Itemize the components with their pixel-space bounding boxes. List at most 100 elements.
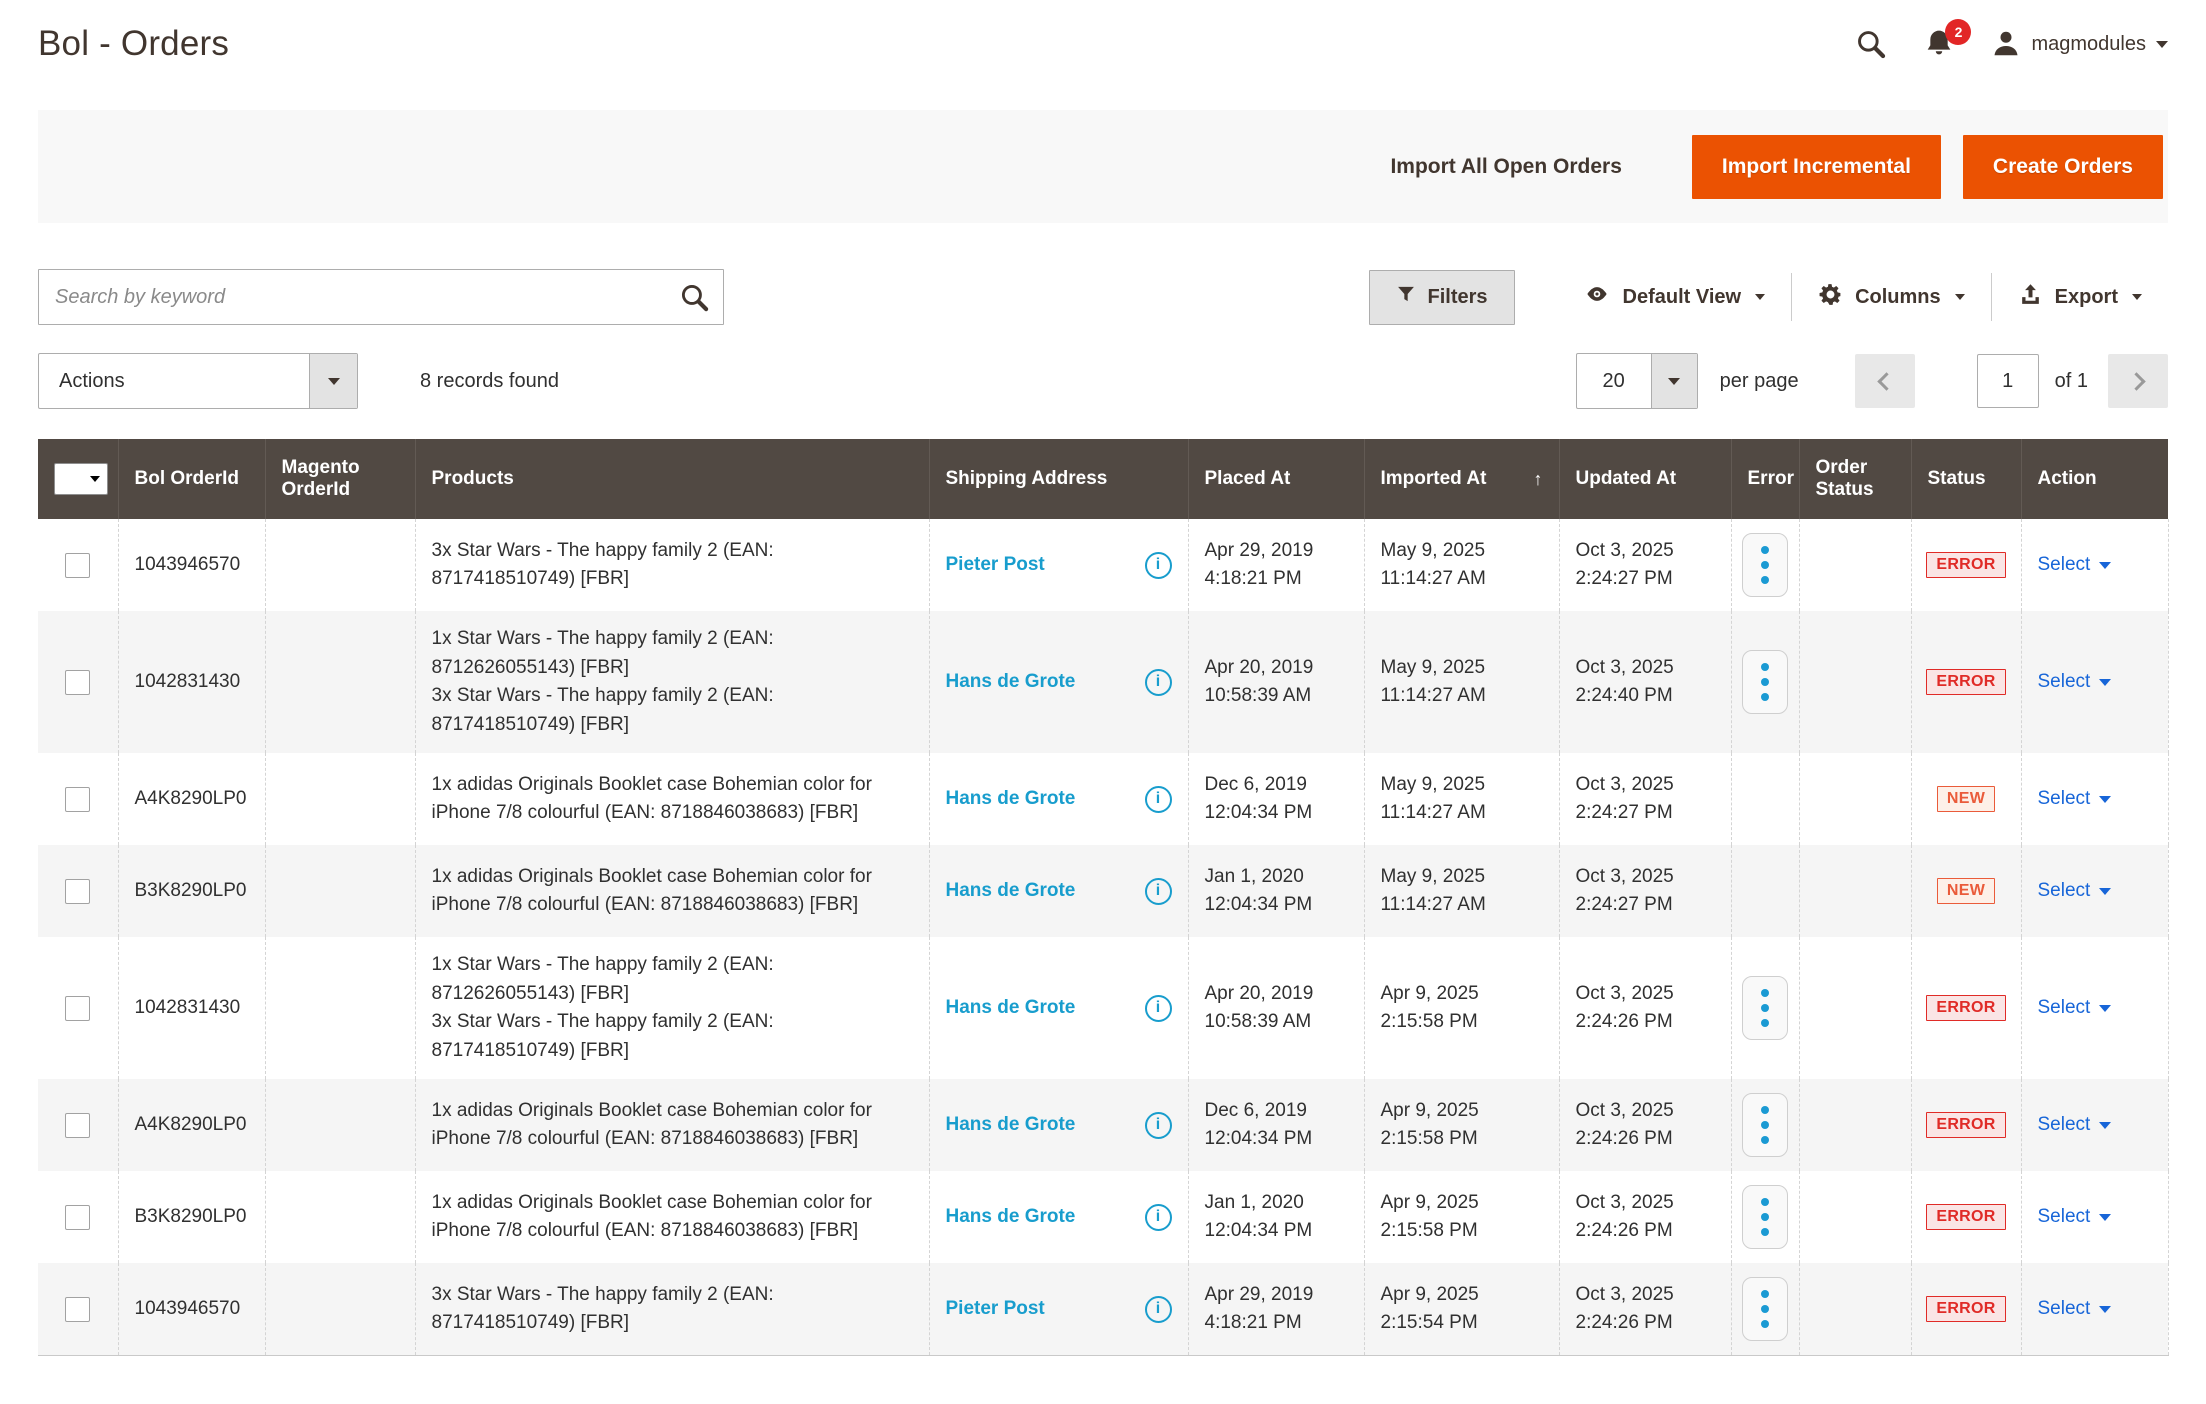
updated-at-cell: Oct 3, 2025 2:24:26 PM (1576, 1097, 1715, 1152)
magento-order-id-cell (265, 1171, 415, 1263)
products-cell: 1x Star Wars - The happy family 2 (EAN: … (415, 611, 929, 753)
shipping-address-link[interactable]: Hans de Grote (946, 788, 1076, 810)
select-action-dropdown[interactable]: Select (2038, 788, 2112, 810)
updated-at-cell: Oct 3, 2025 2:24:26 PM (1576, 1189, 1715, 1244)
row-checkbox[interactable] (65, 1205, 90, 1230)
current-page-input[interactable] (1977, 354, 2039, 408)
updated-at-cell: Oct 3, 2025 2:24:40 PM (1576, 654, 1715, 709)
select-action-dropdown[interactable]: Select (2038, 671, 2112, 693)
table-row: A4K8290LP0 1x adidas Originals Booklet c… (38, 1079, 2168, 1171)
user-menu[interactable]: magmodules (1991, 29, 2168, 59)
row-checkbox[interactable] (65, 1113, 90, 1138)
status-badge: ERROR (1926, 1204, 2005, 1230)
info-icon[interactable]: i (1145, 1204, 1172, 1231)
column-header-action[interactable]: Action (2021, 439, 2168, 519)
chevron-down-icon (2099, 1214, 2111, 1221)
error-menu-button[interactable] (1742, 1093, 1788, 1157)
placed-at-cell: Jan 1, 2020 12:04:34 PM (1205, 863, 1348, 918)
global-search-icon[interactable] (1855, 28, 1887, 60)
info-icon[interactable]: i (1145, 995, 1172, 1022)
magento-order-id-cell (265, 611, 415, 753)
column-header-placed-at[interactable]: Placed At (1188, 439, 1364, 519)
error-menu-button[interactable] (1742, 976, 1788, 1040)
table-row: 1042831430 1x Star Wars - The happy fami… (38, 937, 2168, 1079)
previous-page-button[interactable] (1855, 354, 1915, 408)
columns-dropdown[interactable]: Columns (1792, 282, 1991, 313)
default-view-dropdown[interactable]: Default View (1557, 283, 1792, 311)
table-row: B3K8290LP0 1x adidas Originals Booklet c… (38, 845, 2168, 937)
column-header-products[interactable]: Products (415, 439, 929, 519)
search-input[interactable] (38, 269, 724, 325)
chevron-left-icon (1877, 372, 1895, 390)
shipping-address-link[interactable]: Hans de Grote (946, 880, 1076, 902)
next-page-button[interactable] (2108, 354, 2168, 408)
order-status-cell (1799, 1079, 1911, 1171)
status-badge: NEW (1937, 786, 1995, 812)
row-checkbox[interactable] (65, 553, 90, 578)
bol-order-id-cell: B3K8290LP0 (118, 845, 265, 937)
select-action-dropdown[interactable]: Select (2038, 1114, 2112, 1136)
order-status-cell (1799, 611, 1911, 753)
filters-button[interactable]: Filters (1369, 270, 1515, 325)
per-page-select[interactable]: 20 (1576, 353, 1698, 409)
imported-at-cell: Apr 9, 2025 2:15:58 PM (1381, 1189, 1543, 1244)
shipping-address-link[interactable]: Pieter Post (946, 1298, 1045, 1320)
orders-table-body: 1043946570 3x Star Wars - The happy fami… (38, 519, 2168, 1356)
shipping-address-link[interactable]: Hans de Grote (946, 997, 1076, 1019)
status-badge: ERROR (1926, 552, 2005, 578)
shipping-address-link[interactable]: Hans de Grote (946, 671, 1076, 693)
column-header-shipping-address[interactable]: Shipping Address (929, 439, 1188, 519)
shipping-address-link[interactable]: Hans de Grote (946, 1206, 1076, 1228)
row-checkbox[interactable] (65, 1297, 90, 1322)
error-menu-button[interactable] (1742, 533, 1788, 597)
column-header-error[interactable]: Error (1731, 439, 1799, 519)
column-header-magento-orderid[interactable]: Magento OrderId (265, 439, 415, 519)
column-header-order-status[interactable]: Order Status (1799, 439, 1911, 519)
import-all-open-orders-button[interactable]: Import All Open Orders (1390, 155, 1621, 179)
info-icon[interactable]: i (1145, 786, 1172, 813)
row-checkbox[interactable] (65, 670, 90, 695)
products-cell: 1x adidas Originals Booklet case Bohemia… (415, 845, 929, 937)
placed-at-cell: Apr 29, 2019 4:18:21 PM (1205, 1281, 1348, 1336)
import-incremental-button[interactable]: Import Incremental (1692, 135, 1941, 199)
select-action-dropdown[interactable]: Select (2038, 1206, 2112, 1228)
search-submit-icon[interactable] (679, 282, 710, 318)
export-dropdown[interactable]: Export (1992, 282, 2168, 313)
column-header-imported-at[interactable]: Imported At ↑ (1364, 439, 1559, 519)
imported-at-cell: May 9, 2025 11:14:27 AM (1381, 863, 1543, 918)
info-icon[interactable]: i (1145, 669, 1172, 696)
create-orders-button[interactable]: Create Orders (1963, 135, 2163, 199)
top-right-controls: 2 magmodules (1855, 28, 2168, 60)
notifications-bell-icon[interactable]: 2 (1923, 28, 1955, 60)
column-header-bol-orderid[interactable]: Bol OrderId (118, 439, 265, 519)
chevron-down-icon (2099, 679, 2111, 686)
select-action-dropdown[interactable]: Select (2038, 554, 2112, 576)
row-checkbox[interactable] (65, 996, 90, 1021)
shipping-address-link[interactable]: Hans de Grote (946, 1114, 1076, 1136)
chevron-down-icon (1755, 294, 1765, 300)
error-menu-button[interactable] (1742, 1277, 1788, 1341)
info-icon[interactable]: i (1145, 552, 1172, 579)
magento-order-id-cell (265, 519, 415, 611)
chevron-down-icon (2099, 1122, 2111, 1129)
select-action-dropdown[interactable]: Select (2038, 997, 2112, 1019)
select-action-dropdown[interactable]: Select (2038, 880, 2112, 902)
error-menu-button[interactable] (1742, 1185, 1788, 1249)
row-checkbox[interactable] (65, 787, 90, 812)
info-icon[interactable]: i (1145, 1296, 1172, 1323)
column-header-status[interactable]: Status (1911, 439, 2021, 519)
info-icon[interactable]: i (1145, 878, 1172, 905)
select-all-checkbox[interactable] (54, 463, 108, 495)
filter-funnel-icon (1396, 284, 1416, 310)
order-status-cell (1799, 753, 1911, 845)
info-icon[interactable]: i (1145, 1112, 1172, 1139)
updated-at-cell: Oct 3, 2025 2:24:27 PM (1576, 863, 1715, 918)
select-all-header (38, 439, 118, 519)
row-checkbox[interactable] (65, 879, 90, 904)
imported-at-cell: Apr 9, 2025 2:15:58 PM (1381, 980, 1543, 1035)
error-menu-button[interactable] (1742, 650, 1788, 714)
shipping-address-link[interactable]: Pieter Post (946, 554, 1045, 576)
actions-select[interactable]: Actions (38, 353, 358, 409)
select-action-dropdown[interactable]: Select (2038, 1298, 2112, 1320)
column-header-updated-at[interactable]: Updated At (1559, 439, 1731, 519)
